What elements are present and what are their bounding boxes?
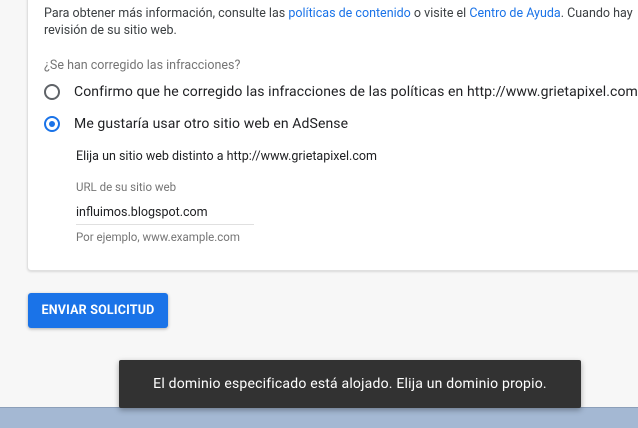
error-snackbar: El dominio especificado está alojado. El…: [119, 360, 581, 408]
submit-request-button[interactable]: ENVIAR SOLICITUD: [28, 293, 168, 328]
site-url-hint: Por ejemplo, www.example.com: [76, 230, 240, 244]
site-url-input[interactable]: [76, 200, 254, 225]
taskbar-strip: [0, 407, 638, 428]
info-middle: o visite el: [410, 6, 470, 21]
radio-other-site[interactable]: [44, 116, 60, 132]
info-suffix: . Cuando hay: [560, 6, 633, 21]
info-prefix: Para obtener más información, consulte l…: [44, 6, 289, 21]
site-url-label: URL de su sitio web: [76, 180, 177, 194]
violations-question: ¿Se han corregido las infracciones?: [44, 58, 241, 73]
option-confirm-fixed[interactable]: Confirmo que he corregido las infraccion…: [44, 84, 638, 100]
option-confirm-fixed-label: Confirmo que he corregido las infraccion…: [74, 84, 638, 100]
option-other-site[interactable]: Me gustaría usar otro sitio web en AdSen…: [44, 116, 348, 132]
choose-other-site-text: Elija un sitio web distinto a http://www…: [76, 149, 377, 164]
radio-confirm-fixed[interactable]: [44, 84, 60, 100]
help-center-link[interactable]: Centro de Ayuda: [469, 6, 560, 21]
info-line2: revisión de su sitio web.: [44, 23, 177, 38]
content-policies-link[interactable]: políticas de contenido: [288, 6, 411, 21]
snackbar-message: El dominio especificado está alojado. El…: [153, 376, 547, 392]
option-other-site-label: Me gustaría usar otro sitio web en AdSen…: [74, 116, 349, 132]
info-paragraph: Para obtener más información, consulte l…: [44, 5, 638, 39]
